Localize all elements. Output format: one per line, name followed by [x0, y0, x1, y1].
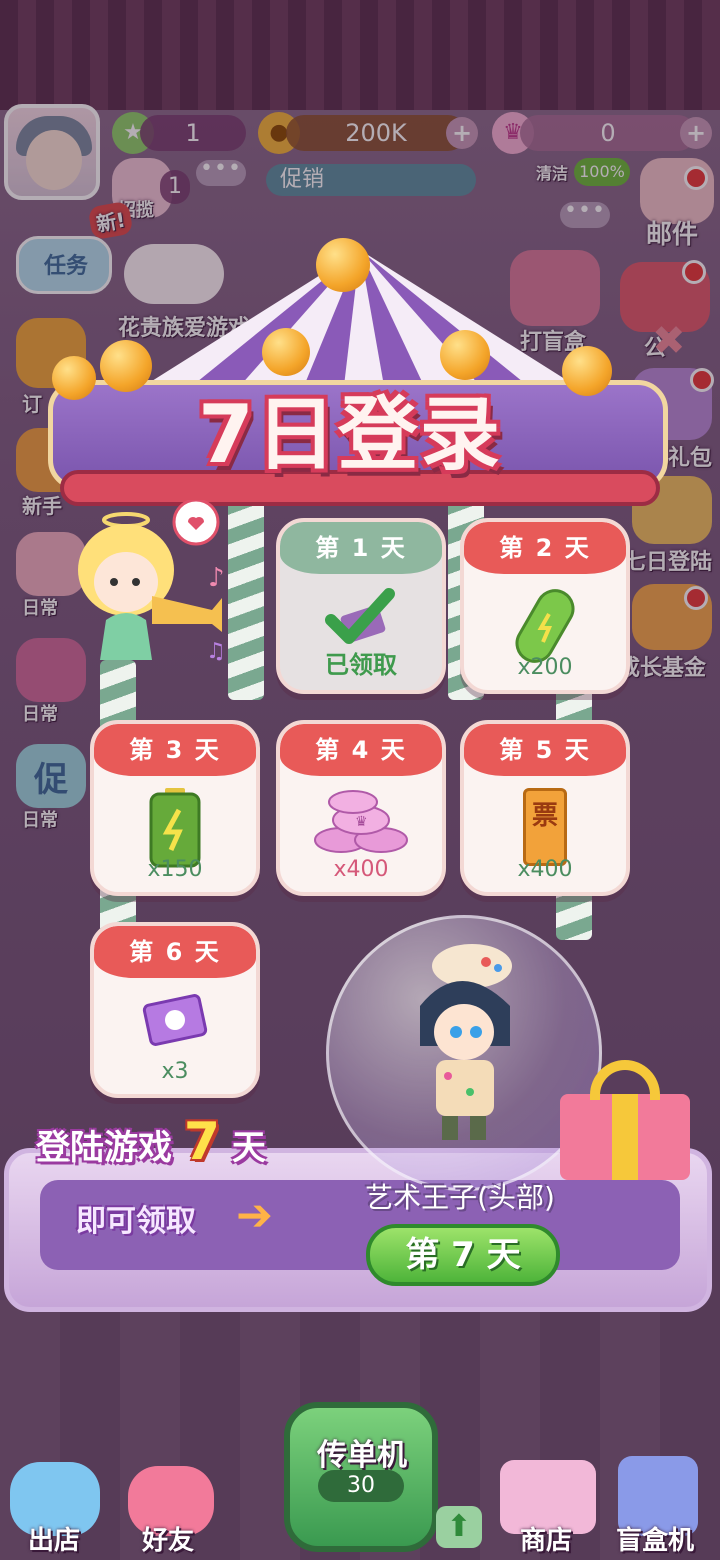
event-title: 7日登录 — [198, 388, 502, 481]
promo-line-1: 登陆游戏 7 天 — [36, 1112, 266, 1172]
flyer-count: 30 — [318, 1470, 404, 1502]
day-card-6[interactable]: 第 6 天 x3 — [90, 922, 260, 1098]
purple-card-icon — [142, 994, 208, 1046]
svg-text:♪: ♪ — [208, 563, 225, 593]
day-card-5[interactable]: 第 5 天 票 x400 — [460, 720, 630, 896]
day-5-header: 第 5 天 — [464, 724, 626, 776]
gift-box-icon — [560, 1060, 690, 1180]
day-4-header: 第 4 天 — [280, 724, 442, 776]
carousel-ball — [262, 328, 310, 376]
day-1-header: 第 1 天 — [280, 522, 442, 574]
out-store-label: 出店 — [28, 1526, 81, 1556]
art-prince-character — [420, 944, 512, 1140]
day-card-1: 第 1 天 已领取 — [276, 518, 446, 694]
arrow-right-icon: ➔ — [236, 1190, 273, 1241]
promo-line1-a: 登陆游戏 — [36, 1128, 172, 1168]
svg-text:♫: ♫ — [206, 639, 226, 664]
day-7-button[interactable]: 第 7 天 — [366, 1224, 560, 1286]
arrow-up-icon[interactable]: ⬆ — [436, 1506, 482, 1548]
day-3-amount: x150 — [147, 857, 203, 882]
day-card-4[interactable]: 第 4 天 ♛ x400 — [276, 720, 446, 896]
ticket-icon: 票 — [523, 788, 567, 866]
carousel-top-ball — [316, 238, 370, 292]
pink-coins-icon: ♛ — [314, 790, 408, 853]
day-5-amount: x400 — [517, 857, 573, 882]
blindbox-machine-label: 盲盒机 — [616, 1526, 695, 1556]
svg-text:♛: ♛ — [355, 814, 368, 830]
promo-line-2: 即可领取 — [76, 1204, 196, 1239]
angel-trumpet-character: ♪ ♫ — [78, 500, 226, 664]
carousel-ball — [52, 356, 96, 400]
day-1-status: 已领取 — [325, 651, 397, 679]
day-2-amount: x200 — [517, 655, 573, 680]
promo-line1-b: 天 — [231, 1128, 266, 1168]
day-3-header: 第 3 天 — [94, 724, 256, 776]
battery-icon — [149, 788, 201, 868]
friends-label: 好友 — [142, 1526, 195, 1556]
day-6-header: 第 6 天 — [94, 926, 256, 978]
flyer-label: 传单机 — [317, 1438, 407, 1473]
carousel-ball — [562, 346, 612, 396]
day-card-3[interactable]: 第 3 天 x150 — [90, 720, 260, 896]
day-6-amount: x3 — [161, 1059, 189, 1084]
green-capsule-icon — [515, 589, 575, 663]
promo-line1-num: 7 — [183, 1112, 221, 1172]
day-2-header: 第 2 天 — [464, 522, 626, 574]
day-card-2[interactable]: 第 2 天 x200 — [460, 518, 630, 694]
day-4-amount: x400 — [333, 857, 389, 882]
carousel-ball — [100, 340, 152, 392]
ticket-char: 票 — [531, 801, 558, 831]
grand-prize-name: 艺术王子(头部) — [365, 1181, 555, 1214]
shop-label: 商店 — [520, 1526, 573, 1556]
